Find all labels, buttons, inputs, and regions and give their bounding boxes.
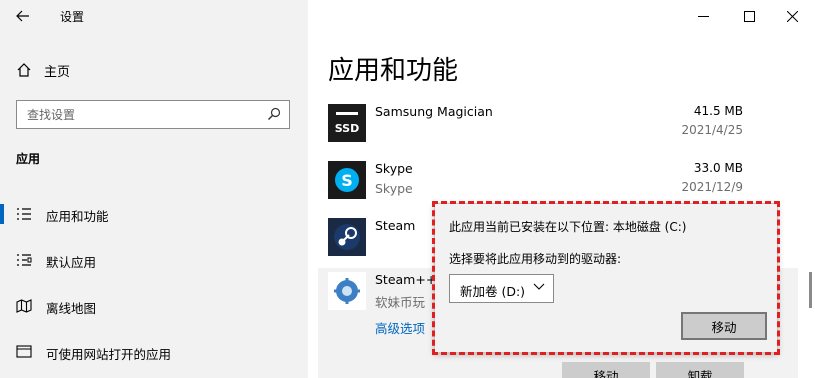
sidebar-item-label: 可使用网站打开的应用 <box>46 347 172 362</box>
close-icon <box>786 10 798 22</box>
app-publisher: Skype <box>375 181 413 196</box>
sidebar-item-apps-for-websites[interactable]: 可使用网站打开的应用 <box>0 334 308 370</box>
app-name: Skype <box>375 161 413 176</box>
app-size: 41.5 MB <box>693 104 743 118</box>
advanced-options-link[interactable]: 高级选项 <box>375 318 425 337</box>
app-name: Steam <box>375 218 416 233</box>
sidebar-item-apps-features[interactable]: 应用和功能 <box>0 196 308 232</box>
sidebar-item-label: 应用和功能 <box>46 209 109 224</box>
app-name: Samsung Magician <box>375 104 493 119</box>
apps-features-icon <box>17 208 31 220</box>
dialog-move-button[interactable]: 移动 <box>681 312 767 340</box>
close-button[interactable] <box>769 0 815 32</box>
back-arrow-icon <box>16 10 29 22</box>
app-size: 33.0 MB <box>693 161 743 175</box>
apps-for-websites-icon <box>16 345 32 358</box>
app-publisher: 软妹币玩 <box>375 295 426 310</box>
steam-plus-icon <box>328 272 366 310</box>
search-icon[interactable] <box>267 107 281 121</box>
offline-maps-icon <box>16 299 32 313</box>
back-button[interactable] <box>8 4 38 28</box>
maximize-button[interactable] <box>726 0 772 32</box>
search-input[interactable] <box>17 101 257 128</box>
app-row-samsung-magician[interactable]: SSD Samsung Magician 41.5 MB 2021/4/25 <box>318 100 798 156</box>
choose-drive-label: 选择要将此应用移动到的驱动器: <box>449 252 622 266</box>
selected-drive: 新加卷 (D:) <box>460 284 526 299</box>
move-app-dialog: 此应用当前已安装在以下位置: 本地磁盘 (C:) 选择要将此应用移动到的驱动器:… <box>434 203 778 353</box>
section-heading: 应用 <box>16 152 41 166</box>
sidebar-item-label: 默认应用 <box>46 255 97 270</box>
app-date: 2021/12/9 <box>681 180 743 194</box>
scrollbar-thumb[interactable] <box>809 272 812 308</box>
sidebar-home[interactable]: 主页 <box>16 58 70 82</box>
sidebar: 设置 主页 应用 应用和功能 默认应用 离线地图 <box>0 0 308 378</box>
sidebar-item-label: 离线地图 <box>46 301 97 316</box>
page-title: 应用和功能 <box>328 56 459 86</box>
move-button[interactable]: 移动 <box>562 362 650 378</box>
maximize-icon <box>743 10 755 22</box>
app-date: 2021/4/25 <box>681 123 743 137</box>
minimize-icon <box>697 15 709 17</box>
steam-icon <box>328 218 366 256</box>
svg-text:SSD: SSD <box>335 122 359 135</box>
uninstall-button[interactable]: 卸载 <box>656 362 744 378</box>
drive-dropdown[interactable]: 新加卷 (D:) <box>449 274 554 303</box>
app-name: Steam++ <box>375 272 437 287</box>
samsung-ssd-icon: SSD <box>328 104 366 142</box>
current-location-text: 此应用当前已安装在以下位置: 本地磁盘 (C:) <box>449 220 687 234</box>
home-label: 主页 <box>44 64 71 80</box>
skype-icon: S <box>328 161 366 199</box>
minimize-button[interactable] <box>680 0 726 32</box>
sidebar-item-default-apps[interactable]: 默认应用 <box>0 242 308 278</box>
svg-text:S: S <box>341 171 353 190</box>
sidebar-item-offline-maps[interactable]: 离线地图 <box>0 288 308 324</box>
home-icon <box>17 63 31 77</box>
default-apps-icon <box>17 254 32 266</box>
search-box[interactable] <box>16 100 290 129</box>
window-title: 设置 <box>60 10 85 24</box>
chevron-down-icon <box>533 283 545 290</box>
